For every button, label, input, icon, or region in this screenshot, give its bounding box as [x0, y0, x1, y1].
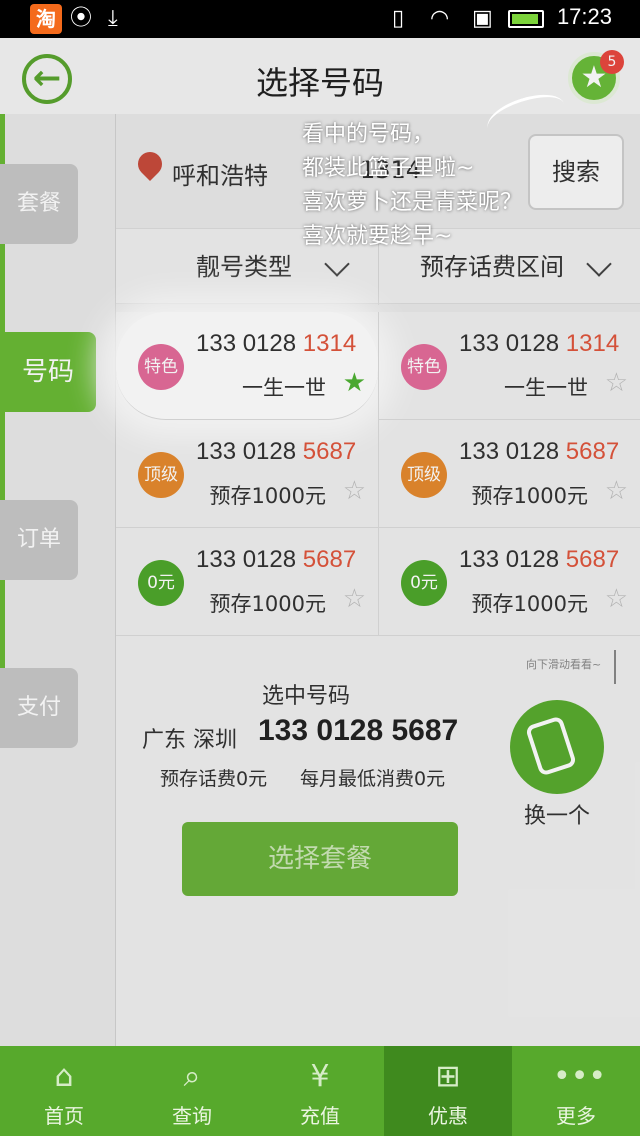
bottom-nav: ⌂ 首页 ⌕ 查询 ¥ 充值 ⊞ 优惠 ••• 更多	[0, 1046, 640, 1136]
number-text: 133 0128 5687	[459, 438, 620, 465]
number-badge: 顶级	[401, 452, 447, 498]
nav-more[interactable]: ••• 更多	[512, 1046, 640, 1136]
swap-label[interactable]: 换一个	[524, 798, 590, 830]
number-text: 133 0128 1314	[196, 330, 357, 357]
nav-query[interactable]: ⌕ 查询	[128, 1046, 256, 1136]
taobao-app-icon: 淘	[30, 4, 62, 34]
number-badge: 顶级	[138, 452, 184, 498]
chevron-down-icon	[324, 251, 350, 277]
scroll-hint: 向下滑动看看~	[526, 658, 602, 671]
sim-icon: ▣	[472, 6, 493, 31]
selected-number: 133 0128 5687	[258, 714, 459, 747]
search-icon: ⌕	[183, 1059, 201, 1094]
prepaid-amount: 预存话费0元	[160, 768, 268, 790]
tab-package[interactable]: 套餐	[0, 164, 78, 244]
number-badge: 特色	[138, 344, 184, 390]
hint-line: 看中的号码，	[302, 122, 435, 147]
selected-region: 广东 深圳	[142, 728, 237, 753]
yuan-icon: ¥	[310, 1059, 330, 1094]
nav-home[interactable]: ⌂ 首页	[0, 1046, 128, 1136]
clock: 17:23	[556, 4, 612, 29]
favorite-star-icon[interactable]: ☆	[343, 584, 366, 614]
number-card[interactable]: 顶级 133 0128 5687 预存1000元 ☆	[116, 420, 378, 528]
tab-payment[interactable]: 支付	[0, 668, 78, 748]
hint-line: 喜欢萝卜还是青菜呢？	[302, 190, 523, 215]
city-selector[interactable]: 呼和浩特	[172, 156, 268, 191]
battery-icon	[508, 10, 544, 28]
number-subtitle: 一生一世	[504, 376, 588, 400]
download-icon: ⤓	[108, 6, 118, 31]
min-spend: 每月最低消费0元	[300, 768, 446, 790]
hint-line: 喜欢就要趁早~	[302, 224, 453, 249]
number-card[interactable]: 特色 133 0128 1314 一生一世 ★	[116, 312, 378, 420]
nav-label: 优惠	[428, 1104, 468, 1128]
left-rail	[0, 114, 116, 1046]
home-icon: ⌂	[54, 1059, 74, 1094]
favorite-star-icon[interactable]: ★	[343, 368, 366, 398]
number-text: 133 0128 5687	[459, 546, 620, 573]
number-badge: 特色	[401, 344, 447, 390]
number-grid: 特色 133 0128 1314 一生一世 ★ 特色 133 0128 1314…	[116, 312, 640, 636]
hint-line: 都装此篮子里啦~	[302, 156, 475, 181]
nav-label: 更多	[556, 1104, 596, 1128]
number-subtitle: 预存1000元	[209, 592, 326, 616]
number-card[interactable]: 特色 133 0128 1314 一生一世 ☆	[378, 312, 640, 420]
location-alert-icon: ⦿	[70, 6, 93, 31]
scroll-down-arrow-icon	[614, 650, 616, 684]
number-card[interactable]: 0元 133 0128 5687 预存1000元 ☆	[378, 528, 640, 636]
number-subtitle: 预存1000元	[471, 484, 588, 508]
number-card[interactable]: 顶级 133 0128 5687 预存1000元 ☆	[378, 420, 640, 528]
nav-label: 充值	[300, 1104, 340, 1128]
nav-label: 首页	[44, 1104, 84, 1128]
number-text: 133 0128 5687	[196, 438, 357, 465]
favorite-star-icon[interactable]: ☆	[605, 368, 628, 398]
favorite-star-icon[interactable]: ☆	[605, 476, 628, 506]
tab-order[interactable]: 订单	[0, 500, 78, 580]
nav-recharge[interactable]: ¥ 充值	[256, 1046, 384, 1136]
tab-number[interactable]: 号码	[0, 332, 96, 412]
basket-count-badge: 5	[600, 50, 624, 74]
selected-number-label: 选中号码	[262, 684, 351, 709]
nav-discount[interactable]: ⊞ 优惠	[384, 1046, 512, 1136]
discount-icon: ⊞	[435, 1059, 461, 1094]
favorite-star-icon[interactable]: ☆	[343, 476, 366, 506]
select-plan-button[interactable]: 选择套餐	[182, 822, 458, 896]
number-badge: 0元	[138, 560, 184, 606]
favorite-star-icon[interactable]: ☆	[605, 584, 628, 614]
number-text: 133 0128 1314	[459, 330, 620, 357]
search-button[interactable]: 搜索	[528, 134, 624, 210]
more-icon: •••	[553, 1059, 607, 1094]
number-subtitle: 一生一世	[242, 376, 326, 400]
guide-hint-text: 看中的号码， 都装此篮子里啦~ 喜欢萝卜还是青菜呢？ 喜欢就要趁早~	[302, 118, 522, 254]
number-badge: 0元	[401, 560, 447, 606]
number-text: 133 0128 5687	[196, 546, 357, 573]
location-pin-icon	[133, 147, 167, 181]
number-card[interactable]: 0元 133 0128 5687 预存1000元 ☆	[116, 528, 378, 636]
filter-number-type[interactable]: 靓号类型	[196, 229, 292, 305]
wifi-icon: ◠	[430, 6, 450, 31]
chevron-down-icon	[586, 251, 612, 277]
number-subtitle: 预存1000元	[471, 592, 588, 616]
nav-label: 查询	[172, 1104, 212, 1128]
status-bar: 淘 ⦿ ⤓ ▯ ◠ ▣ 17:23	[0, 0, 640, 38]
vibrate-icon: ▯	[392, 6, 405, 31]
number-subtitle: 预存1000元	[209, 484, 326, 508]
